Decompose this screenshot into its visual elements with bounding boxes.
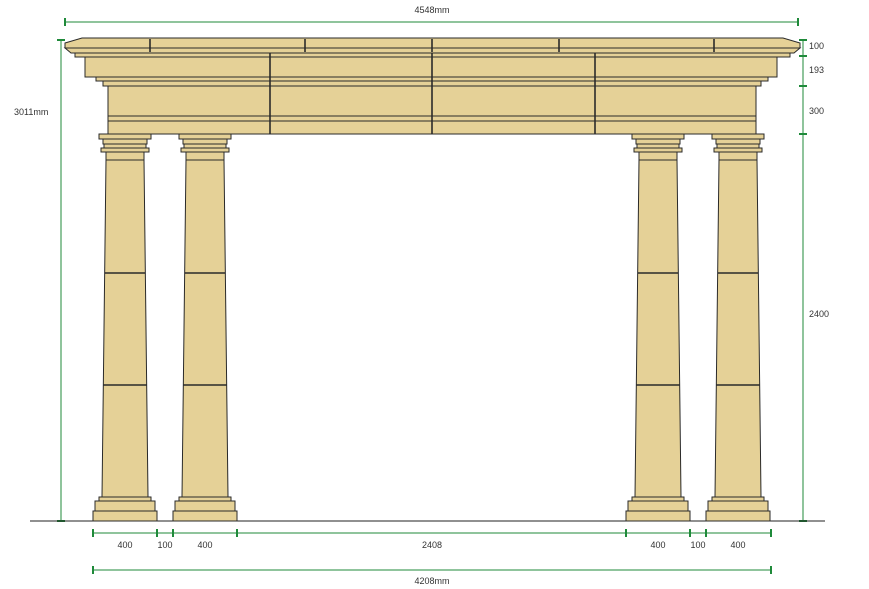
column-capital-echinus (635, 138, 681, 145)
column-shaft (101, 159, 149, 498)
base-width-label: 100 (157, 540, 172, 550)
architrave-height-label: 193 (809, 65, 824, 75)
column-base-moulding (174, 500, 236, 512)
column-capital-abacus (711, 133, 765, 140)
column-necking (638, 151, 678, 161)
column-capital-echinus (715, 138, 761, 145)
column-necking (105, 151, 145, 161)
column-height-label: 2400 (809, 309, 829, 319)
column-necking (185, 151, 225, 161)
column-necking (718, 151, 758, 161)
base-width-label: 100 (690, 540, 705, 550)
column-capital-moulding (713, 147, 763, 153)
column-base-torus (98, 496, 152, 502)
base-width-label: 400 (117, 540, 132, 550)
column-shaft (634, 159, 682, 498)
base-width-label: 400 (197, 540, 212, 550)
column-capital-abacus (98, 133, 152, 140)
column-base-torus (178, 496, 232, 502)
fireplace-elevation-drawing: 4548mm 3011mm 100 193 300 2400 400 100 4… (14, 5, 829, 586)
column-capital-moulding (716, 143, 760, 149)
column-capital-echinus (182, 138, 228, 145)
column-plinth (172, 510, 238, 522)
columns-group (92, 133, 771, 522)
column-capital-moulding (180, 147, 230, 153)
base-width-label: 400 (730, 540, 745, 550)
column-plinth (705, 510, 771, 522)
cornice-height-label: 100 (809, 41, 824, 51)
column-capital-moulding (636, 143, 680, 149)
base-width-label: 2408 (422, 540, 442, 550)
column-capital-moulding (183, 143, 227, 149)
column-base-torus (711, 496, 765, 502)
column-base-moulding (707, 500, 769, 512)
column-base-moulding (94, 500, 156, 512)
column-capital-moulding (633, 147, 683, 153)
column-base-torus (631, 496, 685, 502)
column-shaft (714, 159, 762, 498)
overall-width-label: 4548mm (414, 5, 449, 15)
column-capital-abacus (178, 133, 232, 140)
column-capital-moulding (103, 143, 147, 149)
architrave-fascia (84, 56, 778, 78)
overall-height-label: 3011mm (14, 107, 48, 117)
column-base-moulding (627, 500, 689, 512)
column-plinth (92, 510, 158, 522)
column-plinth (625, 510, 691, 522)
column-shaft (181, 159, 229, 498)
column-capital-moulding (100, 147, 150, 153)
column-capital-abacus (631, 133, 685, 140)
column-capital-echinus (102, 138, 148, 145)
base-width-label: 400 (650, 540, 665, 550)
entablature (63, 37, 802, 135)
base-total-label: 4208mm (414, 576, 449, 586)
frieze-height-label: 300 (809, 106, 824, 116)
